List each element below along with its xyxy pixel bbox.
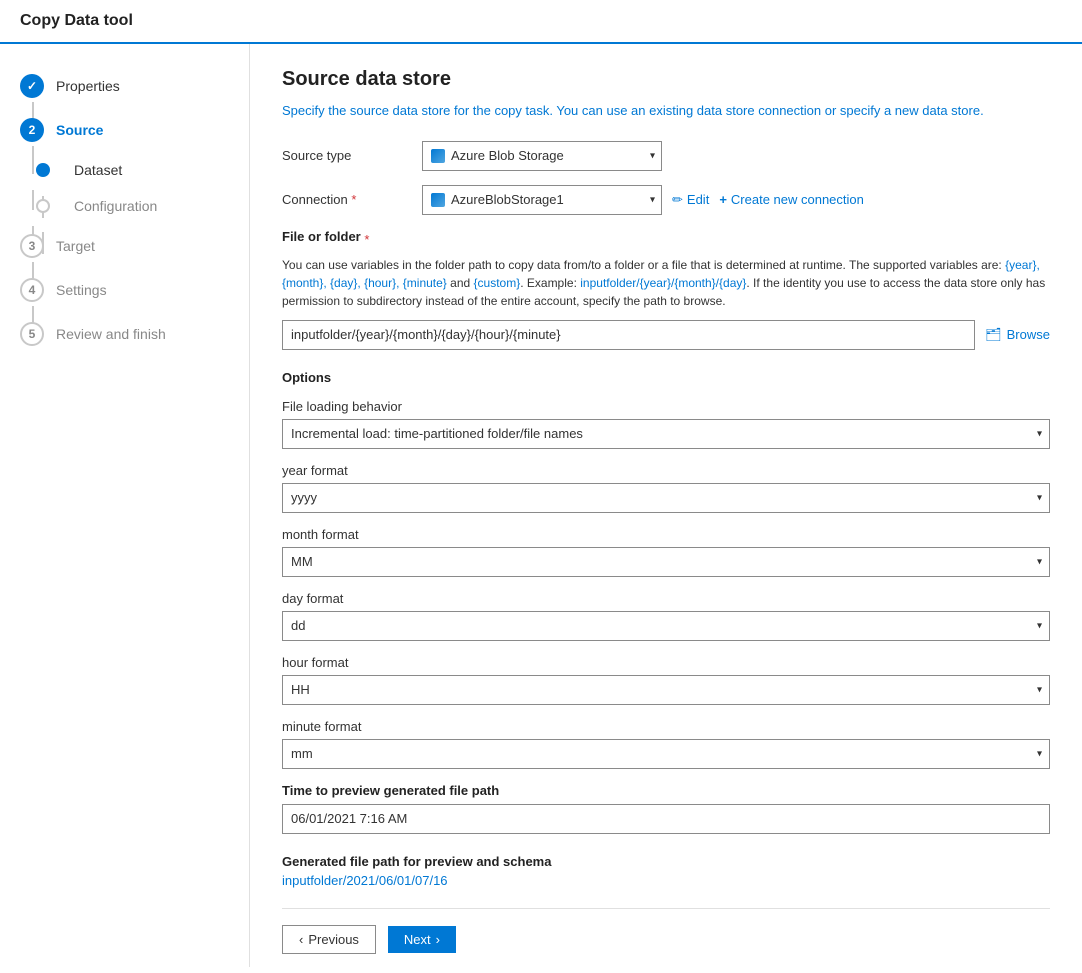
step-label-properties: Properties — [56, 78, 120, 94]
day-format-wrapper: dd ▾ — [282, 611, 1050, 641]
time-preview-input[interactable] — [282, 804, 1050, 834]
step-circle-dataset — [36, 163, 50, 177]
step-number-source: 2 — [29, 123, 36, 137]
sidebar: ✓ Properties 2 Source Dataset Configurat… — [0, 44, 250, 967]
connection-select[interactable]: AzureBlobStorage1 — [451, 192, 633, 207]
sidebar-item-configuration[interactable]: Configuration — [0, 188, 249, 224]
page-title: Source data store — [282, 68, 1050, 91]
minute-format-wrapper: mm ▾ — [282, 739, 1050, 769]
step-circle-target: 3 — [20, 234, 44, 258]
hour-format-wrapper: HH ▾ — [282, 675, 1050, 705]
connection-chevron-icon: ▾ — [650, 194, 655, 205]
year-format-group: year format yyyy ▾ — [282, 463, 1050, 513]
hour-format-select[interactable]: HH — [282, 675, 1050, 705]
footer-buttons: ‹ Previous Next › — [282, 908, 1050, 968]
generated-path-title: Generated file path for preview and sche… — [282, 854, 1050, 869]
browse-button[interactable]: 🗂 Browse — [985, 327, 1050, 343]
sidebar-item-target[interactable]: 3 Target — [0, 224, 249, 268]
file-input-row: 🗂 Browse — [282, 320, 1050, 350]
generated-path-section: Generated file path for preview and sche… — [282, 854, 1050, 888]
minute-format-label: minute format — [282, 719, 1050, 734]
day-format-label: day format — [282, 591, 1050, 606]
step-number-settings: 4 — [29, 283, 36, 297]
source-type-label: Source type — [282, 148, 422, 163]
app-title: Copy Data tool — [20, 12, 133, 29]
options-title: Options — [282, 370, 1050, 385]
time-preview-section: Time to preview generated file path — [282, 783, 1050, 834]
app-header: Copy Data tool — [0, 0, 1082, 44]
minute-format-group: minute format mm ▾ — [282, 719, 1050, 769]
time-preview-label: Time to preview generated file path — [282, 783, 1050, 798]
step-number-review: 5 — [29, 327, 36, 341]
step-label-settings: Settings — [56, 282, 107, 298]
step-label-target: Target — [56, 238, 95, 254]
chevron-right-icon: › — [436, 932, 440, 947]
step-circle-settings: 4 — [20, 278, 44, 302]
plus-icon: + — [719, 192, 727, 207]
source-type-row: Source type Azure Blob Storage ▾ — [282, 141, 1050, 171]
year-format-select[interactable]: yyyy — [282, 483, 1050, 513]
generated-path-value: inputfolder/2021/06/01/07/16 — [282, 873, 1050, 888]
folder-browse-icon: 🗂 — [985, 327, 1002, 343]
description-text: Specify the source data store for the co… — [282, 101, 1050, 121]
next-button[interactable]: Next › — [388, 926, 456, 953]
year-format-label: year format — [282, 463, 1050, 478]
options-section: Options File loading behavior Incrementa… — [282, 370, 1050, 888]
file-loading-wrapper: Incremental load: time-partitioned folde… — [282, 419, 1050, 449]
sidebar-item-dataset[interactable]: Dataset — [0, 152, 249, 188]
step-circle-properties: ✓ — [20, 74, 44, 98]
step-label-review: Review and finish — [56, 326, 166, 342]
step-circle-source: 2 — [20, 118, 44, 142]
connection-azure-icon — [431, 193, 445, 207]
file-folder-title: File or folder — [282, 229, 364, 244]
file-loading-group: File loading behavior Incremental load: … — [282, 399, 1050, 449]
minute-format-select[interactable]: mm — [282, 739, 1050, 769]
step-label-configuration: Configuration — [74, 198, 157, 214]
chevron-left-icon: ‹ — [299, 932, 303, 947]
main-content: Source data store Specify the source dat… — [250, 44, 1082, 967]
previous-button[interactable]: ‹ Previous — [282, 925, 376, 954]
hour-format-label: hour format — [282, 655, 1050, 670]
file-path-input[interactable] — [282, 320, 975, 350]
month-format-group: month format MM ▾ — [282, 527, 1050, 577]
step-number-target: 3 — [29, 239, 36, 253]
file-loading-select[interactable]: Incremental load: time-partitioned folde… — [282, 419, 1050, 449]
check-icon: ✓ — [27, 79, 37, 93]
azure-blob-icon — [431, 149, 445, 163]
day-format-group: day format dd ▾ — [282, 591, 1050, 641]
step-label-source: Source — [56, 122, 103, 138]
day-format-select[interactable]: dd — [282, 611, 1050, 641]
pencil-icon: ✏ — [672, 192, 683, 208]
sidebar-item-review[interactable]: 5 Review and finish — [0, 312, 249, 356]
step-label-dataset: Dataset — [74, 162, 122, 178]
required-asterisk: * — [364, 232, 369, 247]
file-folder-section: File or folder * You can use variables i… — [282, 229, 1050, 350]
create-new-connection-link[interactable]: + Create new connection — [719, 192, 864, 207]
hour-format-group: hour format HH ▾ — [282, 655, 1050, 705]
step-circle-review: 5 — [20, 322, 44, 346]
connection-label: Connection — [282, 192, 422, 207]
month-format-label: month format — [282, 527, 1050, 542]
folder-description: You can use variables in the folder path… — [282, 256, 1050, 310]
file-loading-label: File loading behavior — [282, 399, 1050, 414]
month-format-wrapper: MM ▾ — [282, 547, 1050, 577]
connection-controls: AzureBlobStorage1 ▾ ✏ Edit + Create new … — [422, 185, 864, 215]
sidebar-item-properties[interactable]: ✓ Properties — [0, 64, 249, 108]
sidebar-item-settings[interactable]: 4 Settings — [0, 268, 249, 312]
source-type-select[interactable]: Azure Blob Storage — [451, 148, 633, 163]
sidebar-item-source[interactable]: 2 Source — [0, 108, 249, 152]
year-format-wrapper: yyyy ▾ — [282, 483, 1050, 513]
main-layout: ✓ Properties 2 Source Dataset Configurat… — [0, 44, 1082, 967]
month-format-select[interactable]: MM — [282, 547, 1050, 577]
source-type-chevron-icon: ▾ — [650, 150, 655, 161]
step-circle-configuration — [36, 199, 50, 213]
connection-row: Connection AzureBlobStorage1 ▾ ✏ Edit + … — [282, 185, 1050, 215]
edit-link[interactable]: ✏ Edit — [672, 192, 709, 208]
